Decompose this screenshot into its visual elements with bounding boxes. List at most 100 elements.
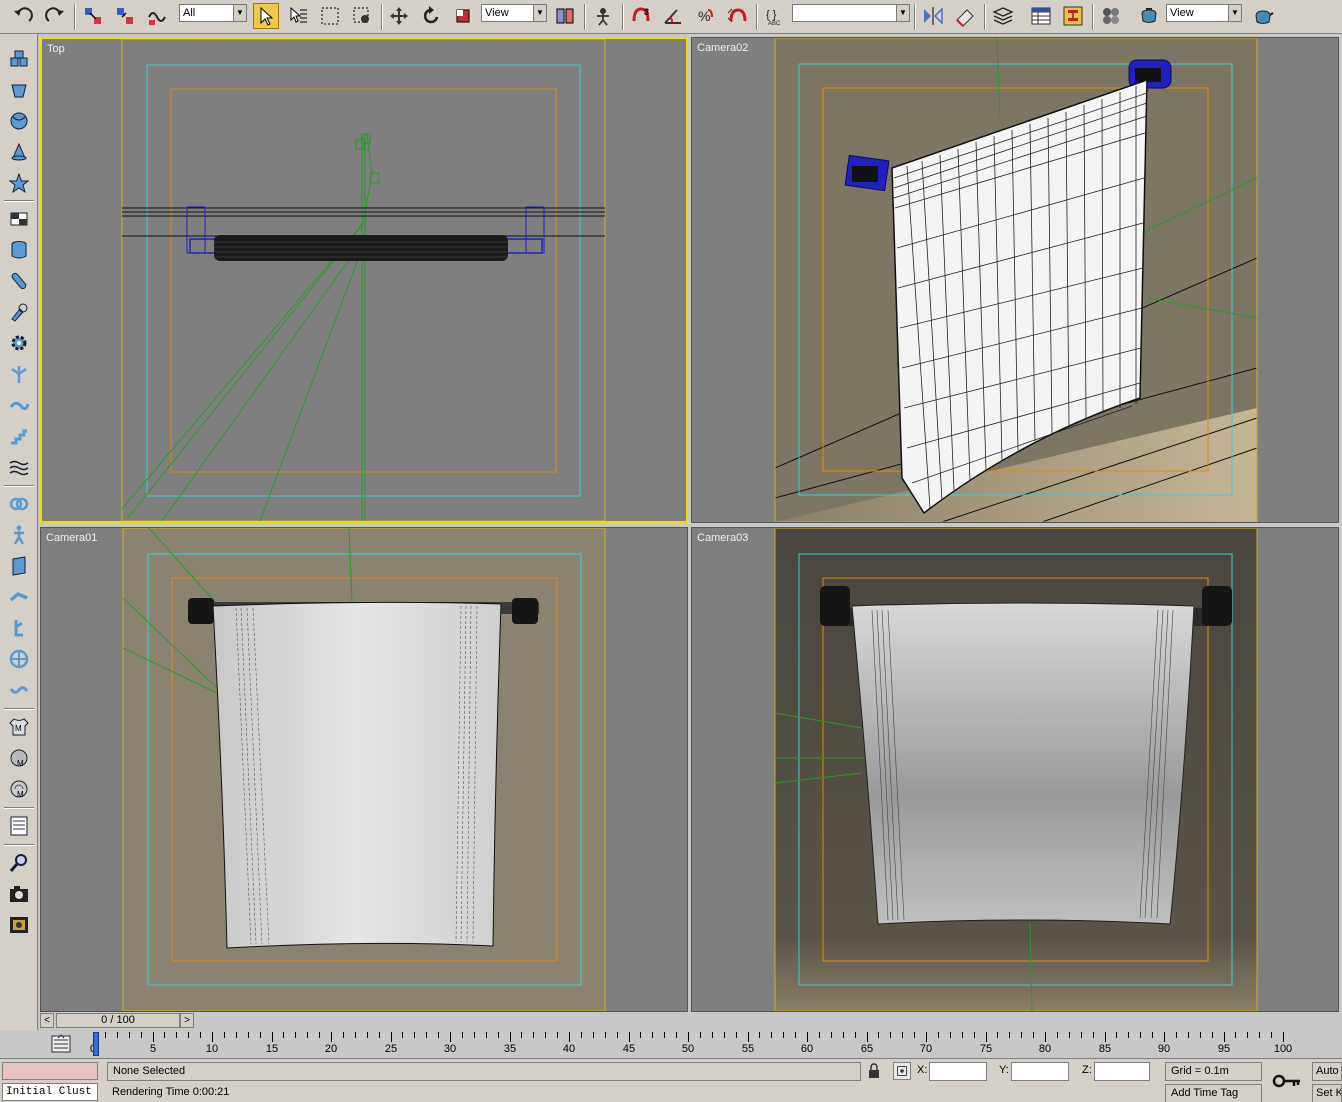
mirror-icon[interactable] bbox=[920, 3, 946, 29]
select-object-icon[interactable] bbox=[253, 3, 279, 29]
create-cylinder-icon[interactable] bbox=[6, 237, 32, 263]
select-and-manipulate-icon[interactable] bbox=[590, 3, 616, 29]
track-bar[interactable]: 0510152025303540455055606570758085909510… bbox=[0, 1030, 1342, 1058]
create-ripple-icon[interactable] bbox=[6, 454, 32, 480]
viewport-label[interactable]: Top bbox=[47, 43, 65, 55]
viewport-camera03[interactable]: Camera03 bbox=[691, 527, 1339, 1012]
set-key-button[interactable]: Set K bbox=[1312, 1084, 1342, 1102]
schematic-view-icon[interactable] bbox=[1060, 3, 1086, 29]
track-bar-tick bbox=[1271, 1032, 1272, 1038]
render-film-icon[interactable] bbox=[6, 912, 32, 938]
create-hose-icon[interactable] bbox=[6, 392, 32, 418]
create-windmill-icon[interactable] bbox=[6, 361, 32, 387]
unlink-selection-icon[interactable] bbox=[112, 3, 138, 29]
track-bar-ruler[interactable]: 0510152025303540455055606570758085909510… bbox=[90, 1030, 1293, 1058]
material-sphere-icon[interactable]: M bbox=[6, 745, 32, 771]
redo-icon[interactable] bbox=[42, 3, 68, 29]
material-spiral-icon[interactable]: M bbox=[6, 776, 32, 802]
time-slider-prev-button[interactable]: < bbox=[40, 1013, 54, 1028]
track-bar-tick bbox=[1247, 1032, 1248, 1038]
layer-manager-icon[interactable] bbox=[990, 3, 1016, 29]
track-bar-tick bbox=[926, 1032, 927, 1042]
selection-lock-icon[interactable] bbox=[866, 1063, 882, 1079]
selection-status-text: None Selected bbox=[107, 1062, 861, 1081]
selection-filter-dropdown[interactable]: All ▼ bbox=[179, 4, 247, 22]
render-type-dropdown[interactable]: View ▼ bbox=[1166, 4, 1242, 22]
track-bar-tick bbox=[545, 1032, 546, 1038]
create-gear-icon[interactable] bbox=[6, 330, 32, 356]
track-bar-tick bbox=[141, 1032, 142, 1038]
modifier-bend-icon[interactable] bbox=[6, 584, 32, 610]
modify-chain-icon[interactable] bbox=[6, 491, 32, 517]
align-icon[interactable] bbox=[952, 3, 978, 29]
add-time-tag-button[interactable]: Add Time Tag bbox=[1165, 1084, 1262, 1102]
time-slider-next-button[interactable]: > bbox=[180, 1013, 194, 1028]
create-biped-icon[interactable] bbox=[6, 522, 32, 548]
track-bar-tick bbox=[331, 1032, 332, 1042]
viewport-camera02[interactable]: Camera02 bbox=[691, 37, 1339, 523]
create-objects-icon[interactable] bbox=[6, 46, 32, 72]
viewport-label[interactable]: Camera01 bbox=[46, 532, 97, 544]
track-bar-tick bbox=[414, 1032, 415, 1038]
modifier-wave-icon[interactable] bbox=[6, 677, 32, 703]
create-cone-icon[interactable] bbox=[6, 139, 32, 165]
chevron-down-icon: ▼ bbox=[233, 5, 246, 21]
create-capsule-icon[interactable] bbox=[6, 268, 32, 294]
current-frame-marker[interactable] bbox=[93, 1032, 99, 1056]
snaps-toggle-icon[interactable]: 3 bbox=[628, 3, 654, 29]
select-and-rotate-icon[interactable] bbox=[418, 3, 444, 29]
track-bar-tick bbox=[510, 1032, 511, 1042]
modifier-box-icon[interactable] bbox=[6, 553, 32, 579]
undo-icon[interactable] bbox=[10, 3, 36, 29]
select-and-move-icon[interactable] bbox=[386, 3, 412, 29]
bind-to-space-warp-icon[interactable] bbox=[144, 3, 170, 29]
track-bar-tick bbox=[1045, 1032, 1046, 1042]
maxscript-listener-output[interactable]: Initial Clust bbox=[2, 1083, 98, 1101]
time-slider-track[interactable] bbox=[196, 1013, 1342, 1028]
x-coordinate-field[interactable] bbox=[929, 1062, 987, 1081]
track-bar-tick bbox=[652, 1032, 653, 1038]
reference-coordinate-dropdown[interactable]: View ▼ bbox=[481, 4, 547, 22]
maxscript-listener-input[interactable] bbox=[2, 1062, 98, 1080]
viewport-camera01[interactable]: Camera01 bbox=[40, 527, 688, 1012]
track-bar-tick-label: 30 bbox=[443, 1043, 457, 1055]
render-camera-icon[interactable] bbox=[6, 881, 32, 907]
angle-snap-icon[interactable] bbox=[660, 3, 686, 29]
auto-key-button[interactable]: Auto K bbox=[1312, 1062, 1342, 1081]
create-stairs-icon[interactable] bbox=[6, 423, 32, 449]
absolute-mode-transform-icon[interactable] bbox=[893, 1062, 911, 1080]
rectangular-selection-icon[interactable] bbox=[317, 3, 343, 29]
select-and-scale-icon[interactable] bbox=[450, 3, 476, 29]
viewport-label[interactable]: Camera02 bbox=[697, 42, 748, 54]
create-paint-icon[interactable] bbox=[6, 299, 32, 325]
material-editor-icon[interactable] bbox=[1098, 3, 1124, 29]
utilities-zoom-icon[interactable] bbox=[6, 850, 32, 876]
y-coordinate-field[interactable] bbox=[1011, 1062, 1069, 1081]
window-crossing-icon[interactable] bbox=[349, 3, 375, 29]
viewport-label[interactable]: Camera03 bbox=[697, 532, 748, 544]
time-slider-thumb[interactable]: 0 / 100 bbox=[56, 1013, 180, 1028]
modifier-figure-icon[interactable] bbox=[6, 615, 32, 641]
render-scene-icon[interactable] bbox=[1136, 3, 1162, 29]
create-plane-icon[interactable] bbox=[6, 206, 32, 232]
edit-named-selections-icon[interactable]: { } ABC bbox=[762, 3, 788, 29]
viewport-top[interactable]: Top bbox=[40, 37, 688, 523]
named-selection-sets-dropdown[interactable]: ▼ bbox=[792, 4, 910, 22]
create-star-icon[interactable] bbox=[6, 170, 32, 196]
spinner-snap-icon[interactable] bbox=[724, 3, 750, 29]
z-coordinate-field[interactable] bbox=[1094, 1062, 1150, 1081]
material-shirt-icon[interactable]: M bbox=[6, 714, 32, 740]
track-bar-tick-label: 80 bbox=[1038, 1043, 1052, 1055]
modifier-wheel-icon[interactable] bbox=[6, 646, 32, 672]
set-key-icon[interactable] bbox=[1270, 1069, 1304, 1093]
open-mini-curve-editor-icon[interactable] bbox=[50, 1034, 72, 1054]
select-by-name-icon[interactable] bbox=[285, 3, 311, 29]
quick-render-icon[interactable] bbox=[1250, 3, 1276, 29]
select-and-link-icon[interactable] bbox=[80, 3, 106, 29]
track-view-icon[interactable] bbox=[1028, 3, 1054, 29]
percent-snap-icon[interactable]: % bbox=[692, 3, 718, 29]
create-sphere-icon[interactable] bbox=[6, 108, 32, 134]
create-shapes-icon[interactable] bbox=[6, 77, 32, 103]
use-pivot-center-icon[interactable] bbox=[552, 3, 578, 29]
display-panel-icon[interactable] bbox=[6, 813, 32, 839]
